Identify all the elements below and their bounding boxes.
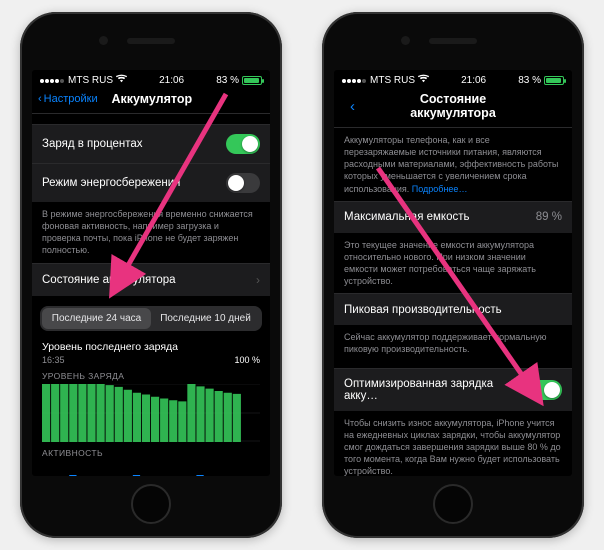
page-title: Аккумулятор — [102, 92, 202, 106]
content[interactable]: Аккумуляторы телефона, как и все перезар… — [334, 128, 572, 476]
battery-level-chart — [42, 384, 260, 442]
row-max-capacity[interactable]: Максимальная емкость 89 % — [334, 201, 572, 233]
back-button[interactable]: ‹ Настройки — [38, 93, 98, 105]
chevron-left-icon: ‹ — [38, 93, 42, 105]
footer-note: В режиме энергосбережения временно снижа… — [32, 202, 270, 263]
screen-battery-health: MTS RUS 21:06 83 % ‹ Состояние аккумулят… — [334, 70, 572, 476]
activity-section-label: АКТИВНОСТЬ — [42, 448, 260, 458]
optimized-note: Чтобы снизить износ аккумулятора, iPhone… — [334, 411, 572, 476]
wifi-icon — [418, 74, 429, 86]
row-optimized-charging[interactable]: Оптимизированная зарядка акку… — [334, 368, 572, 411]
speaker — [127, 38, 175, 44]
clock-label: 21:06 — [159, 75, 184, 86]
row-label: Оптимизированная зарядка акку… — [344, 378, 528, 402]
status-bar: MTS RUS 21:06 83 % — [334, 70, 572, 88]
phone-right: MTS RUS 21:06 83 % ‹ Состояние аккумулят… — [322, 12, 584, 538]
peak-note: Сейчас аккумулятор поддерживает нормальн… — [334, 325, 572, 361]
seg-last-10d[interactable]: Последние 10 дней — [151, 308, 260, 329]
content[interactable]: Заряд в процентах Режим энергосбережения… — [32, 114, 270, 476]
battery-icon — [242, 76, 262, 85]
chevron-right-icon: › — [256, 273, 260, 287]
wifi-icon — [116, 74, 127, 86]
max-capacity-value: 89 % — [536, 211, 562, 223]
signal-icon — [40, 75, 65, 86]
signal-icon — [342, 75, 367, 86]
clock-label: 21:06 — [461, 75, 486, 86]
max-capacity-note: Это текущее значение емкости аккумулятор… — [334, 233, 572, 294]
row-label: Заряд в процентах — [42, 138, 143, 150]
row-label: Максимальная емкость — [344, 211, 469, 223]
last-charge-block: Уровень последнего заряда 16:35 100 % УР… — [32, 337, 270, 476]
seg-last-24h[interactable]: Последние 24 часа — [42, 308, 151, 329]
last-charge-time: 16:35 — [42, 355, 65, 365]
row-low-power-mode[interactable]: Режим энергосбережения — [32, 163, 270, 202]
intro-note: Аккумуляторы телефона, как и все перезар… — [334, 128, 572, 201]
battery-pct-label: 83 % — [216, 75, 239, 86]
learn-more-link[interactable]: Подробнее… — [412, 184, 468, 194]
row-label: Режим энергосбережения — [42, 177, 180, 189]
phone-left: MTS RUS 21:06 83 % ‹ Настройки Аккумулят… — [20, 12, 282, 538]
row-peak-performance[interactable]: Пиковая производительность — [334, 293, 572, 325]
back-button[interactable]: ‹ — [350, 98, 355, 115]
segmented-control[interactable]: Последние 24 часа Последние 10 дней — [40, 306, 262, 331]
row-battery-health[interactable]: Состояние аккумулятора › — [32, 263, 270, 296]
last-charge-title: Уровень последнего заряда — [42, 341, 260, 353]
camera — [99, 36, 108, 45]
navbar: ‹ Настройки Аккумулятор — [32, 88, 270, 114]
status-bar: MTS RUS 21:06 83 % — [32, 70, 270, 88]
home-button[interactable] — [131, 484, 171, 524]
chart-section-label: УРОВЕНЬ ЗАРЯДА — [42, 371, 260, 381]
page-title: Состояние аккумулятора — [410, 92, 496, 120]
row-label: Пиковая производительность — [344, 304, 502, 316]
row-label: Состояние аккумулятора — [42, 274, 176, 286]
carrier-label: MTS RUS — [370, 75, 415, 86]
toggle-battery-percent[interactable] — [226, 134, 260, 154]
camera — [401, 36, 410, 45]
activity-chart — [42, 461, 260, 476]
navbar: ‹ Состояние аккумулятора — [334, 88, 572, 128]
back-label: Настройки — [44, 93, 98, 105]
home-button[interactable] — [433, 484, 473, 524]
screen-battery: MTS RUS 21:06 83 % ‹ Настройки Аккумулят… — [32, 70, 270, 476]
speaker — [429, 38, 477, 44]
toggle-low-power[interactable] — [226, 173, 260, 193]
battery-pct-label: 83 % — [518, 75, 541, 86]
row-battery-percent[interactable]: Заряд в процентах — [32, 124, 270, 163]
last-charge-pct: 100 % — [234, 355, 260, 365]
carrier-label: MTS RUS — [68, 75, 113, 86]
battery-icon — [544, 76, 564, 85]
toggle-optimized-charging[interactable] — [528, 380, 562, 400]
